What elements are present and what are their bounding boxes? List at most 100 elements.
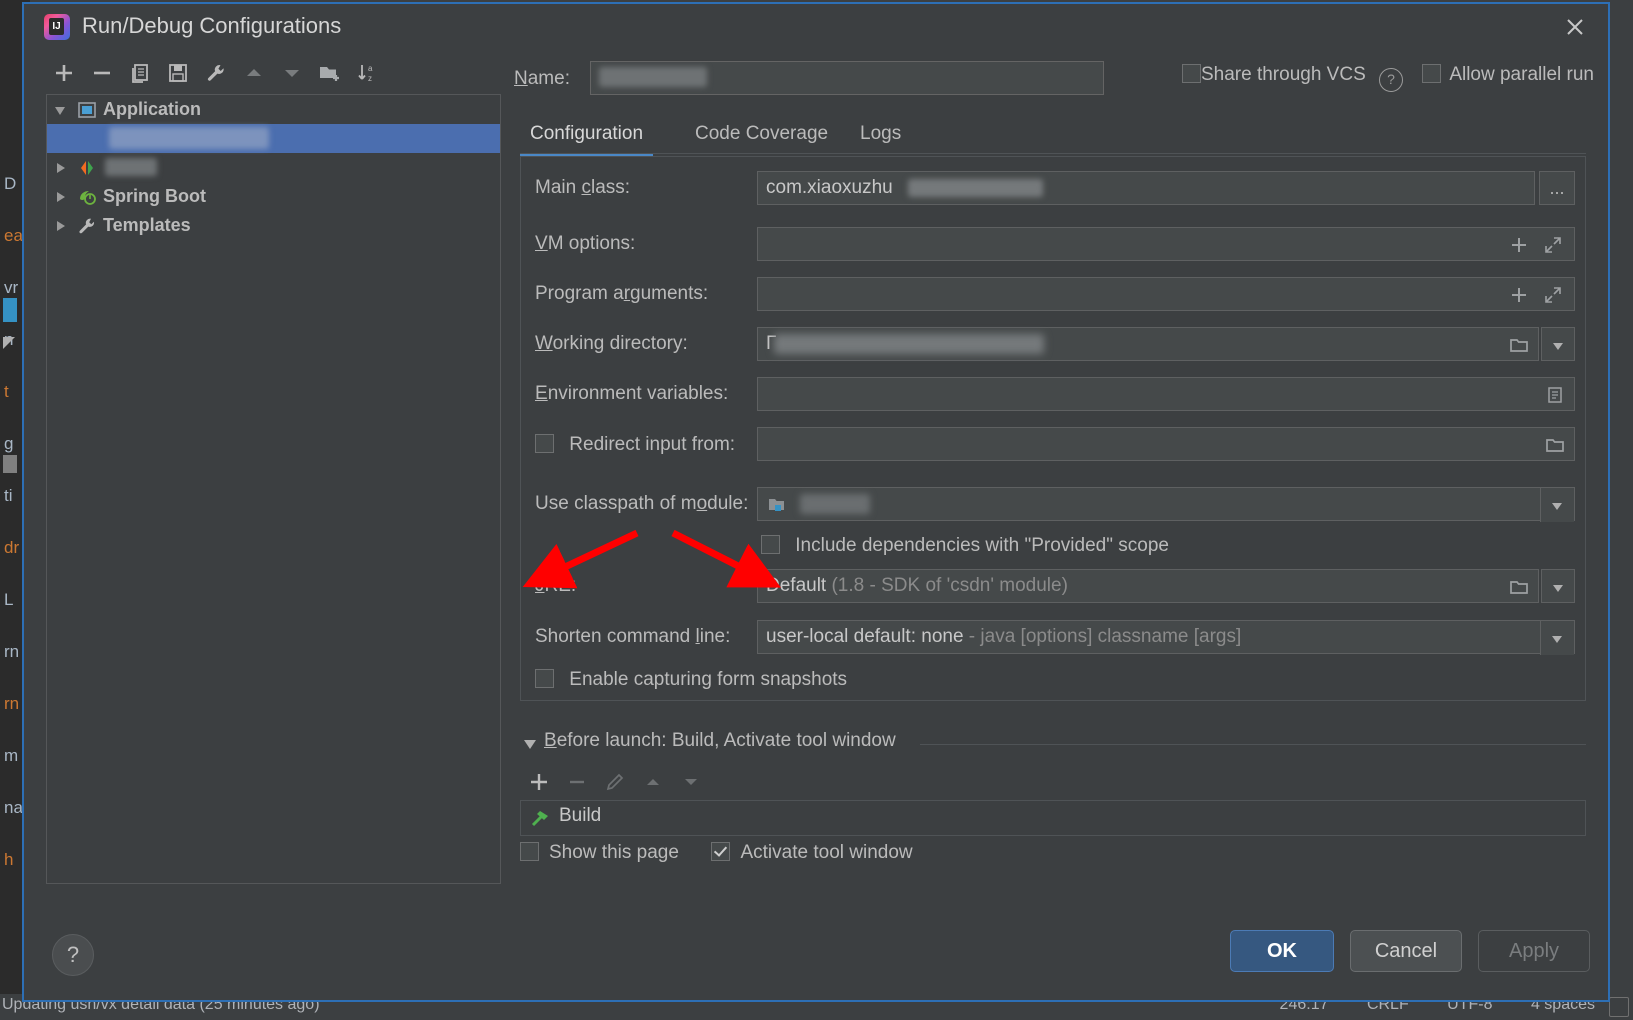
program-arguments-input[interactable]	[757, 277, 1575, 311]
jre-combo[interactable]: Default (1.8 - SDK of 'csdn' module)	[757, 569, 1539, 603]
application-icon	[77, 100, 97, 120]
main-class-input[interactable]: com.xiaoxuzhu	[757, 171, 1535, 205]
before-launch-task-list[interactable]: Build	[520, 800, 1586, 836]
tab-code-coverage[interactable]: Code Coverage	[685, 114, 838, 154]
status-inspection-icon[interactable]	[1609, 997, 1629, 1017]
tab-logs[interactable]: Logs	[850, 114, 911, 154]
main-class-browse-button[interactable]: ...	[1539, 171, 1575, 205]
question-mark-icon[interactable]: ?	[1379, 68, 1404, 92]
jre-dropdown-arrow[interactable]	[1541, 569, 1575, 603]
field-row-redirect-input: Redirect input from:	[521, 427, 1585, 461]
show-this-page-label: Show this page	[549, 842, 679, 863]
name-input[interactable]	[590, 61, 1104, 95]
redirect-input-field[interactable]	[757, 427, 1575, 461]
enable-capturing-checkbox[interactable]	[535, 669, 554, 688]
tree-item-label: Templates	[103, 215, 191, 235]
use-classpath-of-module-label: Use classpath of module:	[535, 493, 749, 514]
apply-button: Apply	[1478, 930, 1590, 972]
junit-icon	[77, 158, 97, 178]
edit-env-vars-icon[interactable]	[1538, 378, 1572, 412]
copy-configuration-button[interactable]	[122, 56, 158, 92]
tree-item-templates[interactable]: Templates	[47, 211, 500, 240]
field-row-enable-capturing: Enable capturing form snapshots	[521, 663, 1585, 697]
move-up-triangle-up-icon[interactable]	[236, 56, 272, 92]
remove-configuration-button[interactable]	[84, 56, 120, 92]
field-row-shorten-command-line: Shorten command line: user-local default…	[521, 620, 1585, 655]
environment-variables-input[interactable]	[757, 377, 1575, 411]
wrench-icon	[77, 216, 97, 236]
sort-az-icon[interactable]: a z	[350, 56, 386, 92]
background-editor-line: t	[4, 382, 9, 401]
chevron-down-icon[interactable]	[55, 107, 65, 115]
tree-item-selected-configuration[interactable]	[47, 124, 500, 153]
working-directory-label: Working directory:	[535, 333, 688, 354]
configurations-tree[interactable]: Application Spring Boot Templates	[46, 94, 501, 884]
redirect-input-checkbox[interactable]	[535, 434, 554, 453]
share-through-vcs-label: Share through VCS	[1200, 64, 1366, 85]
tree-item-junit[interactable]	[47, 153, 500, 182]
working-directory-dropdown[interactable]	[1541, 327, 1575, 361]
field-row-environment-variables: Environment variables:	[521, 377, 1585, 411]
redacted-label	[105, 158, 157, 176]
before-launch-toolbar	[520, 764, 820, 800]
show-this-page-checkbox[interactable]	[520, 842, 539, 861]
chevron-right-icon[interactable]	[57, 163, 65, 173]
include-dependencies-checkbox[interactable]	[761, 535, 780, 554]
share-through-vcs-checkbox[interactable]	[1181, 64, 1201, 83]
working-directory-input[interactable]: Γ	[757, 327, 1539, 361]
field-row-include-dependencies: Include dependencies with "Provided" sco…	[521, 529, 1585, 563]
expand-editor-icon[interactable]	[1536, 228, 1570, 262]
move-down-triangle-down-icon[interactable]	[274, 56, 310, 92]
add-task-button[interactable]	[520, 764, 558, 800]
edit-templates-wrench-icon[interactable]	[198, 56, 234, 92]
background-editor-line: ti	[4, 486, 13, 505]
allow-parallel-run-label: Allow parallel run	[1449, 64, 1594, 85]
background-editor-line: L	[4, 590, 14, 609]
chevron-down-icon[interactable]	[524, 740, 536, 749]
configuration-tabs: Configuration Code Coverage Logs	[520, 114, 1586, 157]
shorten-command-line-dropdown[interactable]	[1540, 621, 1574, 655]
redacted-value	[800, 494, 870, 514]
new-folder-add-icon[interactable]	[312, 56, 348, 92]
allow-parallel-run-checkbox[interactable]	[1422, 64, 1442, 83]
cancel-button[interactable]: Cancel	[1350, 930, 1462, 972]
background-editor-line: dr	[4, 538, 20, 557]
browse-folder-icon[interactable]	[1502, 328, 1536, 362]
enable-capturing-label: Enable capturing form snapshots	[569, 669, 848, 690]
help-button[interactable]: ?	[52, 934, 94, 976]
main-class-value: com.xiaoxuzhu	[766, 177, 893, 198]
browse-folder-icon[interactable]	[1538, 428, 1572, 462]
scrollbar-marker-info	[3, 298, 17, 322]
close-icon[interactable]	[1558, 10, 1592, 44]
redirect-input-label-group: Redirect input from:	[535, 434, 735, 456]
expand-editor-icon[interactable]	[1536, 278, 1570, 312]
bottom-checkboxes-row: Show this page Activate tool window	[520, 842, 913, 872]
browse-jre-folder-icon[interactable]	[1502, 570, 1536, 604]
module-dropdown-arrow[interactable]	[1540, 488, 1574, 522]
background-editor-line: D	[4, 174, 17, 193]
background-editor-line: m	[4, 746, 19, 765]
redirect-input-label: Redirect input from:	[569, 434, 736, 455]
insert-macro-plus-icon[interactable]	[1502, 278, 1536, 312]
use-classpath-of-module-combo[interactable]	[757, 487, 1575, 522]
scrollbar-marker-caret	[3, 337, 15, 349]
redacted-value	[774, 334, 1044, 354]
save-configuration-button[interactable]	[160, 56, 196, 92]
remove-task-button	[558, 764, 596, 800]
activate-tool-window-label: Activate tool window	[740, 842, 913, 863]
tree-item-spring-boot[interactable]: Spring Boot	[47, 182, 500, 211]
redacted-value	[599, 67, 707, 87]
vm-options-input[interactable]	[757, 227, 1575, 261]
add-configuration-button[interactable]	[46, 56, 82, 92]
dialog-title-bar: IJ Run/Debug Configurations	[24, 4, 1608, 50]
shorten-command-line-combo[interactable]: user-local default: none - java [options…	[757, 620, 1575, 655]
ok-button[interactable]: OK	[1230, 930, 1334, 972]
activate-tool-window-checkbox[interactable]	[711, 842, 731, 861]
chevron-right-icon[interactable]	[57, 192, 65, 202]
insert-macro-plus-icon[interactable]	[1502, 228, 1536, 262]
intellij-idea-logo-icon: IJ	[44, 14, 70, 40]
tab-configuration[interactable]: Configuration	[520, 114, 654, 157]
tree-item-application[interactable]: Application	[47, 95, 500, 124]
spring-boot-icon	[77, 187, 97, 207]
chevron-right-icon[interactable]	[57, 221, 65, 231]
